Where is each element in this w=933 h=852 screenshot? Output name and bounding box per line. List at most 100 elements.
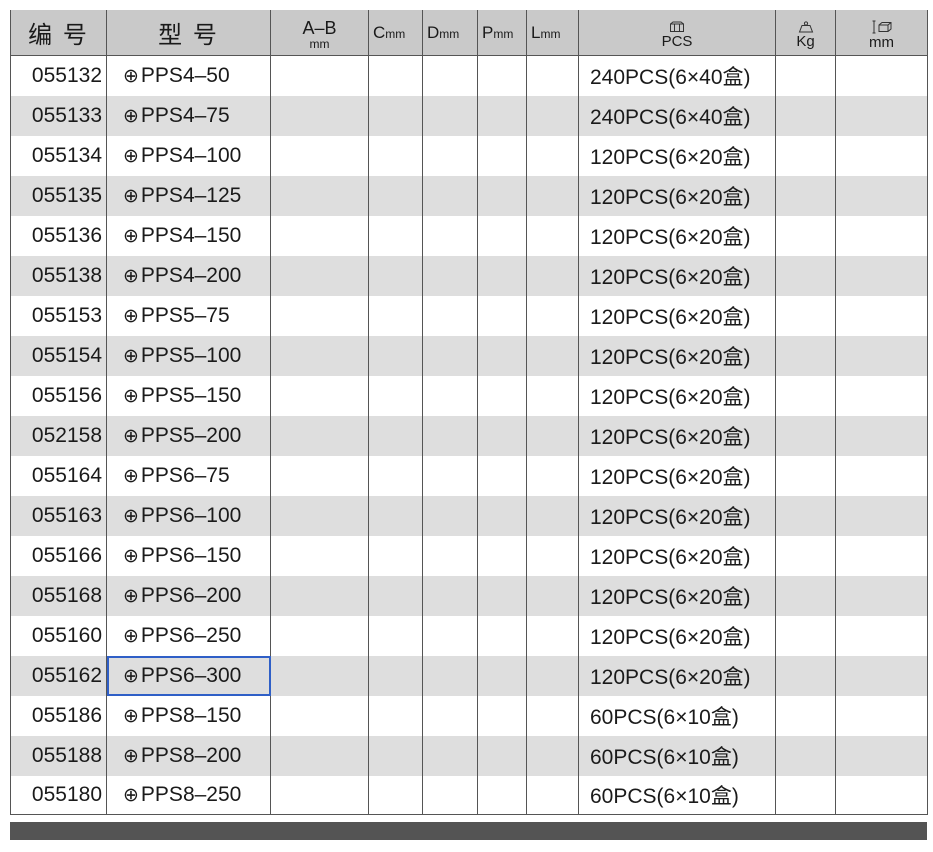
cell-l[interactable] xyxy=(526,456,579,496)
cell-model[interactable]: ⊕PPS8–200 xyxy=(106,736,271,776)
cell-code[interactable]: 052158 xyxy=(10,416,107,456)
cell-p[interactable] xyxy=(477,696,527,736)
cell-l[interactable] xyxy=(526,496,579,536)
cell-pack[interactable]: 120PCS(6×20盒) xyxy=(578,496,776,536)
cell-size[interactable] xyxy=(835,256,928,296)
header-c[interactable]: Cmm xyxy=(368,10,423,56)
cell-model[interactable]: ⊕PPS6–100 xyxy=(106,496,271,536)
cell-d[interactable] xyxy=(422,216,478,256)
cell-size[interactable] xyxy=(835,736,928,776)
cell-c[interactable] xyxy=(368,55,423,96)
cell-weight[interactable] xyxy=(775,736,836,776)
cell-l[interactable] xyxy=(526,96,579,136)
cell-code[interactable]: 055135 xyxy=(10,176,107,216)
cell-size[interactable] xyxy=(835,55,928,96)
cell-a-b[interactable] xyxy=(270,216,369,256)
cell-pack[interactable]: 120PCS(6×20盒) xyxy=(578,456,776,496)
cell-p[interactable] xyxy=(477,576,527,616)
cell-size[interactable] xyxy=(835,136,928,176)
cell-l[interactable] xyxy=(526,776,579,815)
cell-code[interactable]: 055163 xyxy=(10,496,107,536)
cell-pack[interactable]: 120PCS(6×20盒) xyxy=(578,296,776,336)
cell-l[interactable] xyxy=(526,616,579,656)
header-size[interactable]: mm xyxy=(835,10,928,56)
cell-d[interactable] xyxy=(422,616,478,656)
cell-l[interactable] xyxy=(526,136,579,176)
cell-p[interactable] xyxy=(477,456,527,496)
cell-p[interactable] xyxy=(477,336,527,376)
cell-code[interactable]: 055180 xyxy=(10,776,107,815)
cell-pack[interactable]: 120PCS(6×20盒) xyxy=(578,336,776,376)
cell-d[interactable] xyxy=(422,656,478,696)
cell-code[interactable]: 055156 xyxy=(10,376,107,416)
cell-p[interactable] xyxy=(477,496,527,536)
cell-d[interactable] xyxy=(422,176,478,216)
cell-model[interactable]: ⊕PPS6–150 xyxy=(106,536,271,576)
cell-p[interactable] xyxy=(477,216,527,256)
cell-pack[interactable]: 60PCS(6×10盒) xyxy=(578,776,776,815)
cell-model[interactable]: ⊕PPS4–125 xyxy=(106,176,271,216)
cell-d[interactable] xyxy=(422,416,478,456)
header-code[interactable]: 编 号 xyxy=(10,10,107,56)
table-row[interactable]: 055136 ⊕PPS4–150 120PCS(6×20盒) xyxy=(10,216,928,256)
cell-pack[interactable]: 60PCS(6×10盒) xyxy=(578,696,776,736)
cell-pack[interactable]: 120PCS(6×20盒) xyxy=(578,256,776,296)
cell-size[interactable] xyxy=(835,456,928,496)
cell-size[interactable] xyxy=(835,96,928,136)
cell-c[interactable] xyxy=(368,296,423,336)
cell-a-b[interactable] xyxy=(270,456,369,496)
cell-size[interactable] xyxy=(835,496,928,536)
cell-weight[interactable] xyxy=(775,336,836,376)
cell-a-b[interactable] xyxy=(270,536,369,576)
cell-model[interactable]: ⊕PPS5–150 xyxy=(106,376,271,416)
cell-d[interactable] xyxy=(422,136,478,176)
cell-model[interactable]: ⊕PPS4–150 xyxy=(106,216,271,256)
cell-model[interactable]: ⊕PPS4–50 xyxy=(106,55,271,96)
table-row[interactable]: 055163 ⊕PPS6–100 120PCS(6×20盒) xyxy=(10,496,928,536)
cell-pack[interactable]: 120PCS(6×20盒) xyxy=(578,376,776,416)
cell-p[interactable] xyxy=(477,176,527,216)
cell-a-b[interactable] xyxy=(270,55,369,96)
cell-size[interactable] xyxy=(835,656,928,696)
cell-size[interactable] xyxy=(835,296,928,336)
cell-code[interactable]: 055153 xyxy=(10,296,107,336)
cell-c[interactable] xyxy=(368,536,423,576)
cell-p[interactable] xyxy=(477,296,527,336)
cell-weight[interactable] xyxy=(775,416,836,456)
cell-a-b[interactable] xyxy=(270,616,369,656)
cell-pack[interactable]: 240PCS(6×40盒) xyxy=(578,96,776,136)
cell-code[interactable]: 055154 xyxy=(10,336,107,376)
cell-size[interactable] xyxy=(835,696,928,736)
cell-weight[interactable] xyxy=(775,256,836,296)
cell-c[interactable] xyxy=(368,656,423,696)
cell-c[interactable] xyxy=(368,496,423,536)
cell-d[interactable] xyxy=(422,55,478,96)
cell-l[interactable] xyxy=(526,256,579,296)
cell-weight[interactable] xyxy=(775,656,836,696)
cell-model[interactable]: ⊕PPS6–300 xyxy=(106,656,271,696)
table-row[interactable]: 055186 ⊕PPS8–150 60PCS(6×10盒) xyxy=(10,696,928,736)
header-d[interactable]: Dmm xyxy=(422,10,478,56)
cell-code[interactable]: 055188 xyxy=(10,736,107,776)
cell-weight[interactable] xyxy=(775,696,836,736)
cell-p[interactable] xyxy=(477,776,527,815)
cell-pack[interactable]: 120PCS(6×20盒) xyxy=(578,176,776,216)
cell-p[interactable] xyxy=(477,736,527,776)
table-row[interactable]: 055168 ⊕PPS6–200 120PCS(6×20盒) xyxy=(10,576,928,616)
cell-d[interactable] xyxy=(422,376,478,416)
cell-pack[interactable]: 120PCS(6×20盒) xyxy=(578,656,776,696)
cell-p[interactable] xyxy=(477,136,527,176)
cell-d[interactable] xyxy=(422,776,478,815)
cell-c[interactable] xyxy=(368,336,423,376)
header-weight[interactable]: Kg xyxy=(775,10,836,56)
cell-d[interactable] xyxy=(422,256,478,296)
cell-l[interactable] xyxy=(526,576,579,616)
cell-size[interactable] xyxy=(835,416,928,456)
table-row[interactable]: 055135 ⊕PPS4–125 120PCS(6×20盒) xyxy=(10,176,928,216)
cell-weight[interactable] xyxy=(775,776,836,815)
cell-size[interactable] xyxy=(835,576,928,616)
cell-code[interactable]: 055186 xyxy=(10,696,107,736)
cell-size[interactable] xyxy=(835,216,928,256)
cell-c[interactable] xyxy=(368,696,423,736)
cell-l[interactable] xyxy=(526,216,579,256)
